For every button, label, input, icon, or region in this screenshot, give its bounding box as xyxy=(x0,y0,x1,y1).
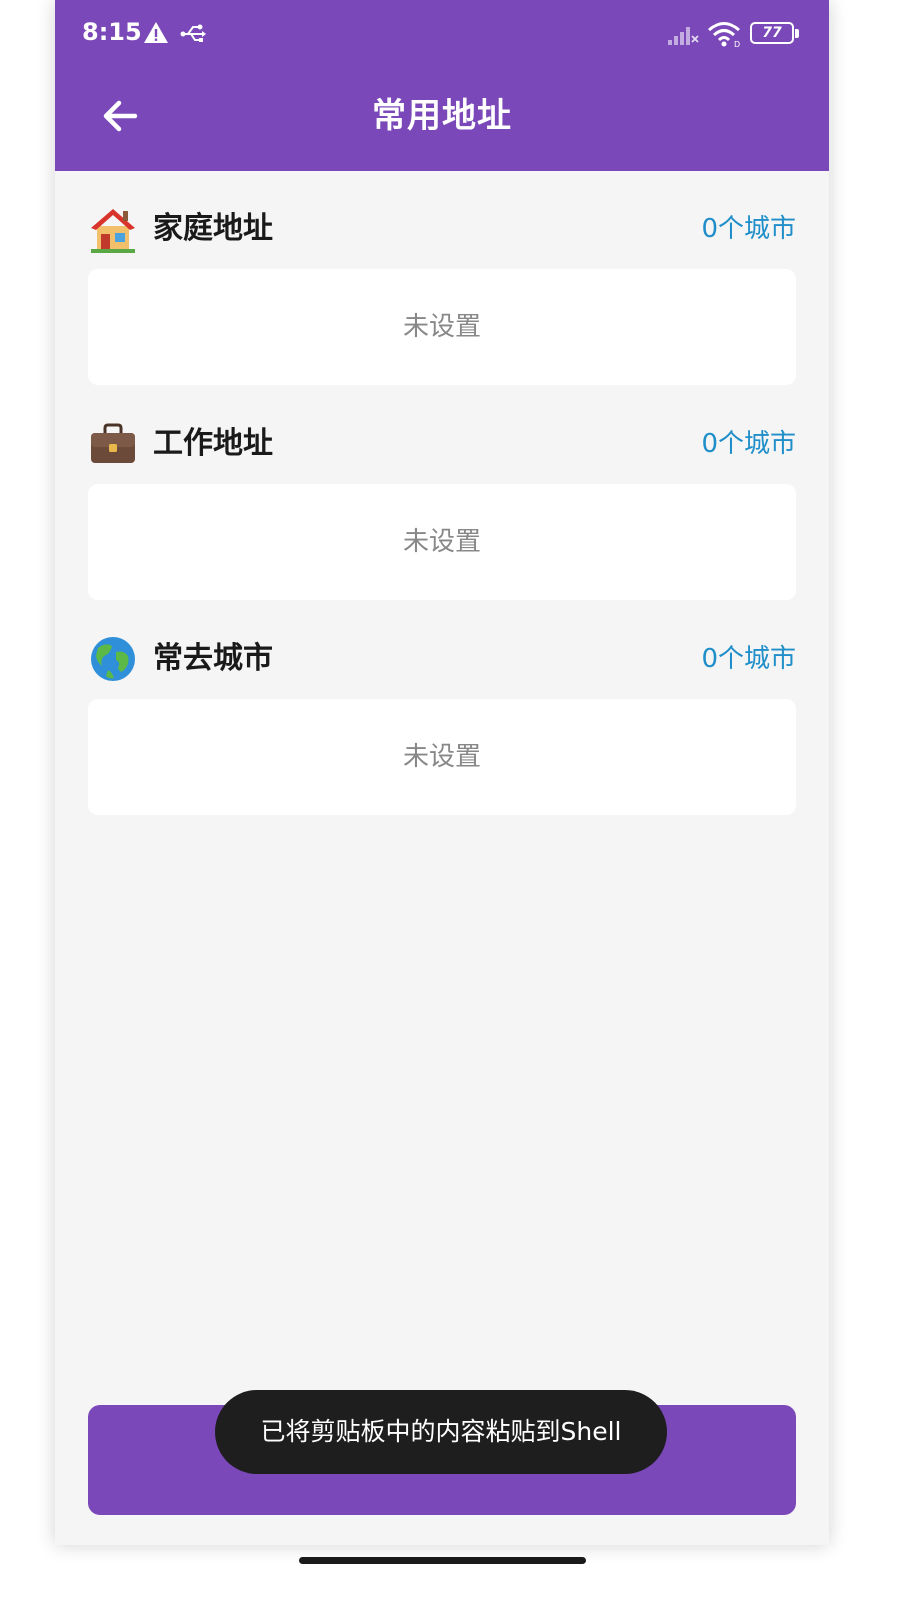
address-card-work[interactable]: 未设置 xyxy=(88,484,796,600)
warning-icon xyxy=(144,22,168,43)
usb-debug-icon xyxy=(180,24,206,42)
toast-message: 已将剪贴板中的内容粘贴到Shell xyxy=(215,1390,667,1474)
page-title: 常用地址 xyxy=(372,96,512,136)
section-header-cities: 常去城市 0个城市 xyxy=(88,634,796,684)
home-indicator[interactable] xyxy=(299,1557,586,1564)
app-bar: 8:15 D 77 常用地址 xyxy=(55,0,829,171)
section-count-work[interactable]: 0个城市 xyxy=(701,419,796,469)
toast-text: 已将剪贴板中的内容粘贴到Shell xyxy=(260,1417,622,1446)
section-count-cities[interactable]: 0个城市 xyxy=(701,634,796,684)
svg-text:D: D xyxy=(734,40,740,48)
wifi-icon: D xyxy=(708,22,740,48)
empty-text: 未设置 xyxy=(402,527,481,557)
globe-icon xyxy=(91,637,135,681)
app-screen: 8:15 D 77 常用地址 家庭地址 0个城市 未设置 工作地址 0个城市 未… xyxy=(55,0,829,1545)
house-icon xyxy=(91,209,135,253)
section-title-home: 家庭地址 xyxy=(153,211,273,246)
section-title-work: 工作地址 xyxy=(153,426,273,461)
empty-text: 未设置 xyxy=(402,742,481,772)
battery-icon: 77 xyxy=(750,22,802,46)
signal-icon xyxy=(668,27,699,45)
section-header-work: 工作地址 0个城市 xyxy=(88,419,796,469)
section-count-home[interactable]: 0个城市 xyxy=(701,204,796,254)
section-title-cities: 常去城市 xyxy=(153,641,273,676)
section-header-home: 家庭地址 0个城市 xyxy=(88,204,796,254)
status-time: 8:15 xyxy=(82,18,142,46)
address-card-cities[interactable]: 未设置 xyxy=(88,699,796,815)
address-card-home[interactable]: 未设置 xyxy=(88,269,796,385)
briefcase-icon xyxy=(91,423,135,463)
empty-text: 未设置 xyxy=(402,312,481,342)
battery-level: 77 xyxy=(762,25,782,41)
